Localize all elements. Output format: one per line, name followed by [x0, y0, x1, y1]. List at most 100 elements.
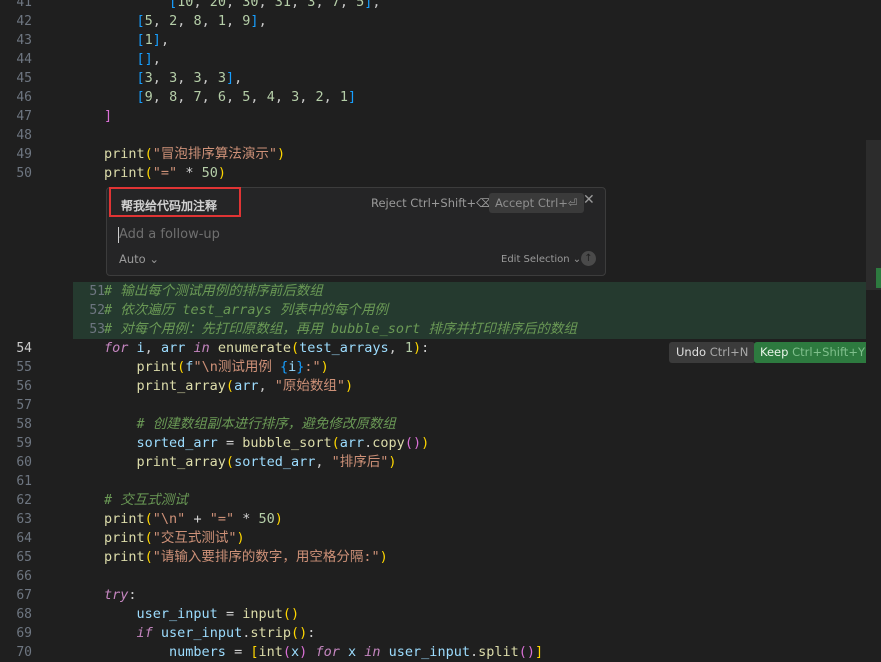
line-number: 42	[16, 14, 32, 29]
code-text: # 依次遍历 test_arrays 列表中的每个用例	[104, 302, 388, 318]
code-text: ]	[104, 108, 113, 124]
line-number: 69	[16, 626, 32, 641]
code-text: [],	[136, 51, 161, 67]
mode-dropdown[interactable]: Auto ⌄	[119, 252, 159, 266]
code-text: print_array(arr, "原始数组")	[136, 378, 354, 394]
send-icon[interactable]: ↑	[581, 251, 596, 266]
followup-input[interactable]: Add a follow-up	[119, 227, 220, 242]
line-number: 54	[16, 341, 32, 356]
code-text: print("\n" + "=" * 50)	[104, 511, 283, 527]
code-line[interactable]: 52 # 依次遍历 test_arrays 列表中的每个用例	[73, 301, 866, 320]
code-text: numbers = [int(x) for x in user_input.sp…	[169, 644, 544, 660]
code-text: print_array(sorted_arr, "排序后")	[136, 454, 397, 470]
code-line[interactable]: 44 [],	[0, 50, 866, 69]
code-text: # 对每个用例：先打印原数组，再用 bubble_sort 排序并打印排序后的数…	[104, 321, 577, 337]
line-number: 41	[16, 0, 32, 10]
code-line[interactable]: 63 print("\n" + "=" * 50)	[0, 510, 866, 529]
code-text: if user_input.strip():	[136, 625, 316, 641]
code-text: print("请输入要排序的数字，用空格分隔:")	[104, 549, 388, 565]
code-text: print("交互式测试")	[104, 530, 245, 546]
line-number: 56	[16, 379, 32, 394]
code-line[interactable]: 67 try:	[0, 586, 866, 605]
line-number: 47	[16, 109, 32, 124]
code-text: print(f"\n测试用例 {i}:")	[136, 359, 329, 375]
code-line[interactable]: 61	[0, 472, 866, 491]
line-number: 53	[89, 322, 105, 337]
code-text: [3, 3, 3, 3],	[136, 70, 243, 86]
keep-label: Keep	[760, 345, 789, 359]
keep-shortcut: Ctrl+Shift+Y	[792, 345, 865, 359]
code-line[interactable]: 56 print_array(arr, "原始数组")	[0, 377, 866, 396]
inline-chat-widget: 帮我给代码加注释 Reject Ctrl+Shift+⌫ Accept Ctrl…	[106, 187, 606, 276]
code-text: # 创建数组副本进行排序，避免修改原数组	[136, 416, 396, 432]
line-number: 50	[16, 166, 32, 181]
vertical-scrollbar[interactable]	[866, 0, 881, 649]
code-line[interactable]: 68 user_input = input()	[0, 605, 866, 624]
line-number: 57	[16, 398, 32, 413]
code-line[interactable]: 51 # 输出每个测试用例的排序前后数组	[73, 282, 866, 301]
code-line[interactable]: 48	[0, 126, 866, 145]
code-line[interactable]: 69 if user_input.strip():	[0, 624, 866, 643]
code-line[interactable]: 50 print("=" * 50)	[0, 164, 866, 183]
line-number: 59	[16, 436, 32, 451]
line-number: 62	[16, 493, 32, 508]
line-number: 51	[89, 284, 105, 299]
code-editor[interactable]: 41 [10, 20, 30, 31, 3, 7, 5], 42 [5, 2, 8…	[0, 0, 881, 660]
code-line[interactable]: 41 [10, 20, 30, 31, 3, 7, 5],	[0, 0, 866, 12]
line-number: 58	[16, 417, 32, 432]
code-line[interactable]: 49 print("冒泡排序算法演示")	[0, 145, 866, 164]
code-text: try:	[104, 587, 137, 603]
line-number: 70	[16, 645, 32, 660]
code-line[interactable]: 62 # 交互式测试	[0, 491, 866, 510]
line-number: 43	[16, 33, 32, 48]
code-text: # 输出每个测试用例的排序前后数组	[104, 283, 323, 299]
accept-button[interactable]: Accept Ctrl+⏎	[489, 193, 584, 213]
code-line[interactable]: 60 print_array(sorted_arr, "排序后")	[0, 453, 866, 472]
code-line[interactable]: 59 sorted_arr = bubble_sort(arr.copy())	[0, 434, 866, 453]
close-icon[interactable]: ✕	[583, 192, 595, 208]
code-line[interactable]: 58 # 创建数组副本进行排序，避免修改原数组	[0, 415, 866, 434]
chat-prompt: 帮我给代码加注释	[121, 199, 218, 213]
line-number: 55	[16, 360, 32, 375]
code-text: [10, 20, 30, 31, 3, 7, 5],	[169, 0, 381, 10]
line-number: 46	[16, 90, 32, 105]
code-line[interactable]: 47]	[0, 107, 866, 126]
code-line[interactable]: 46 [9, 8, 7, 6, 5, 4, 3, 2, 1]	[0, 88, 866, 107]
keep-button[interactable]: Keep Ctrl+Shift+Y	[754, 342, 871, 363]
line-number: 48	[16, 128, 32, 143]
code-text: user_input = input()	[136, 606, 300, 622]
code-line[interactable]: 42 [5, 2, 8, 1, 9],	[0, 12, 866, 31]
line-number: 60	[16, 455, 32, 470]
reject-button[interactable]: Reject Ctrl+Shift+⌫	[371, 196, 492, 210]
line-number: 65	[16, 550, 32, 565]
code-text: for i, arr in enumerate(test_arrays, 1):	[104, 340, 430, 356]
code-line[interactable]: 64 print("交互式测试")	[0, 529, 866, 548]
line-number: 44	[16, 52, 32, 67]
code-line[interactable]: 45 [3, 3, 3, 3],	[0, 69, 866, 88]
code-line[interactable]: 53 # 对每个用例：先打印原数组，再用 bubble_sort 排序并打印排序后…	[73, 320, 866, 339]
line-number: 63	[16, 512, 32, 527]
line-number: 49	[16, 147, 32, 162]
prompt-highlight-box: 帮我给代码加注释	[109, 187, 241, 217]
undo-button[interactable]: Undo Ctrl+N	[669, 342, 756, 363]
code-line[interactable]: 43 [1],	[0, 31, 866, 50]
code-text: print("=" * 50)	[104, 165, 226, 181]
code-text: [9, 8, 7, 6, 5, 4, 3, 2, 1]	[136, 89, 357, 105]
line-number: 67	[16, 588, 32, 603]
diff-scroll-marker	[876, 268, 881, 288]
line-number: 61	[16, 474, 32, 489]
code-line[interactable]: 66	[0, 567, 866, 586]
undo-shortcut: Ctrl+N	[709, 345, 749, 359]
line-number: 64	[16, 531, 32, 546]
code-line[interactable]: 65 print("请输入要排序的数字，用空格分隔:")	[0, 548, 866, 567]
code-line[interactable]: 70 numbers = [int(x) for x in user_input…	[0, 643, 866, 662]
code-text: print("冒泡排序算法演示")	[104, 146, 286, 162]
edit-selection-dropdown[interactable]: Edit Selection ⌄	[501, 254, 581, 265]
line-number: 66	[16, 569, 32, 584]
code-line[interactable]: 57	[0, 396, 866, 415]
code-text: [5, 2, 8, 1, 9],	[136, 13, 267, 29]
undo-label: Undo	[676, 345, 707, 359]
code-text: # 交互式测试	[104, 492, 188, 508]
code-text: sorted_arr = bubble_sort(arr.copy())	[136, 435, 430, 451]
line-number: 52	[89, 303, 105, 318]
